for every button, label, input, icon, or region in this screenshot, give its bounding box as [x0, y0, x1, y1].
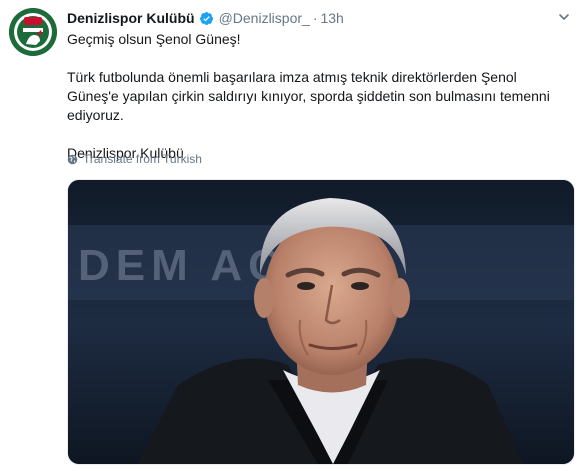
tweet-text: Geçmiş olsun Şenol Güneş! Türk futbolund… — [67, 30, 567, 163]
tweet-line1: Geçmiş olsun Şenol Güneş! — [67, 31, 241, 47]
chevron-down-icon[interactable] — [558, 11, 570, 23]
tweet-body: Türk futbolunda önemli başarılara imza a… — [67, 69, 550, 123]
separator-dot: · — [312, 10, 318, 26]
tweet-header: Denizlispor Kulübü @Denizlispor_ · 13h — [67, 8, 570, 28]
globe-icon — [67, 154, 78, 164]
tweet-photo[interactable]: DEM ACIB — [67, 179, 575, 465]
verified-badge-icon — [199, 11, 213, 25]
translate-link[interactable]: Translate from Turkish — [67, 152, 202, 166]
photo-portrait: DEM ACIB — [68, 180, 574, 464]
user-handle[interactable]: @Denizlispor_ — [219, 10, 310, 26]
avatar[interactable] — [9, 8, 57, 56]
timestamp[interactable]: 13h — [320, 10, 343, 26]
translate-label[interactable]: Translate from Turkish — [83, 152, 202, 166]
display-name[interactable]: Denizlispor Kulübü — [67, 10, 195, 26]
